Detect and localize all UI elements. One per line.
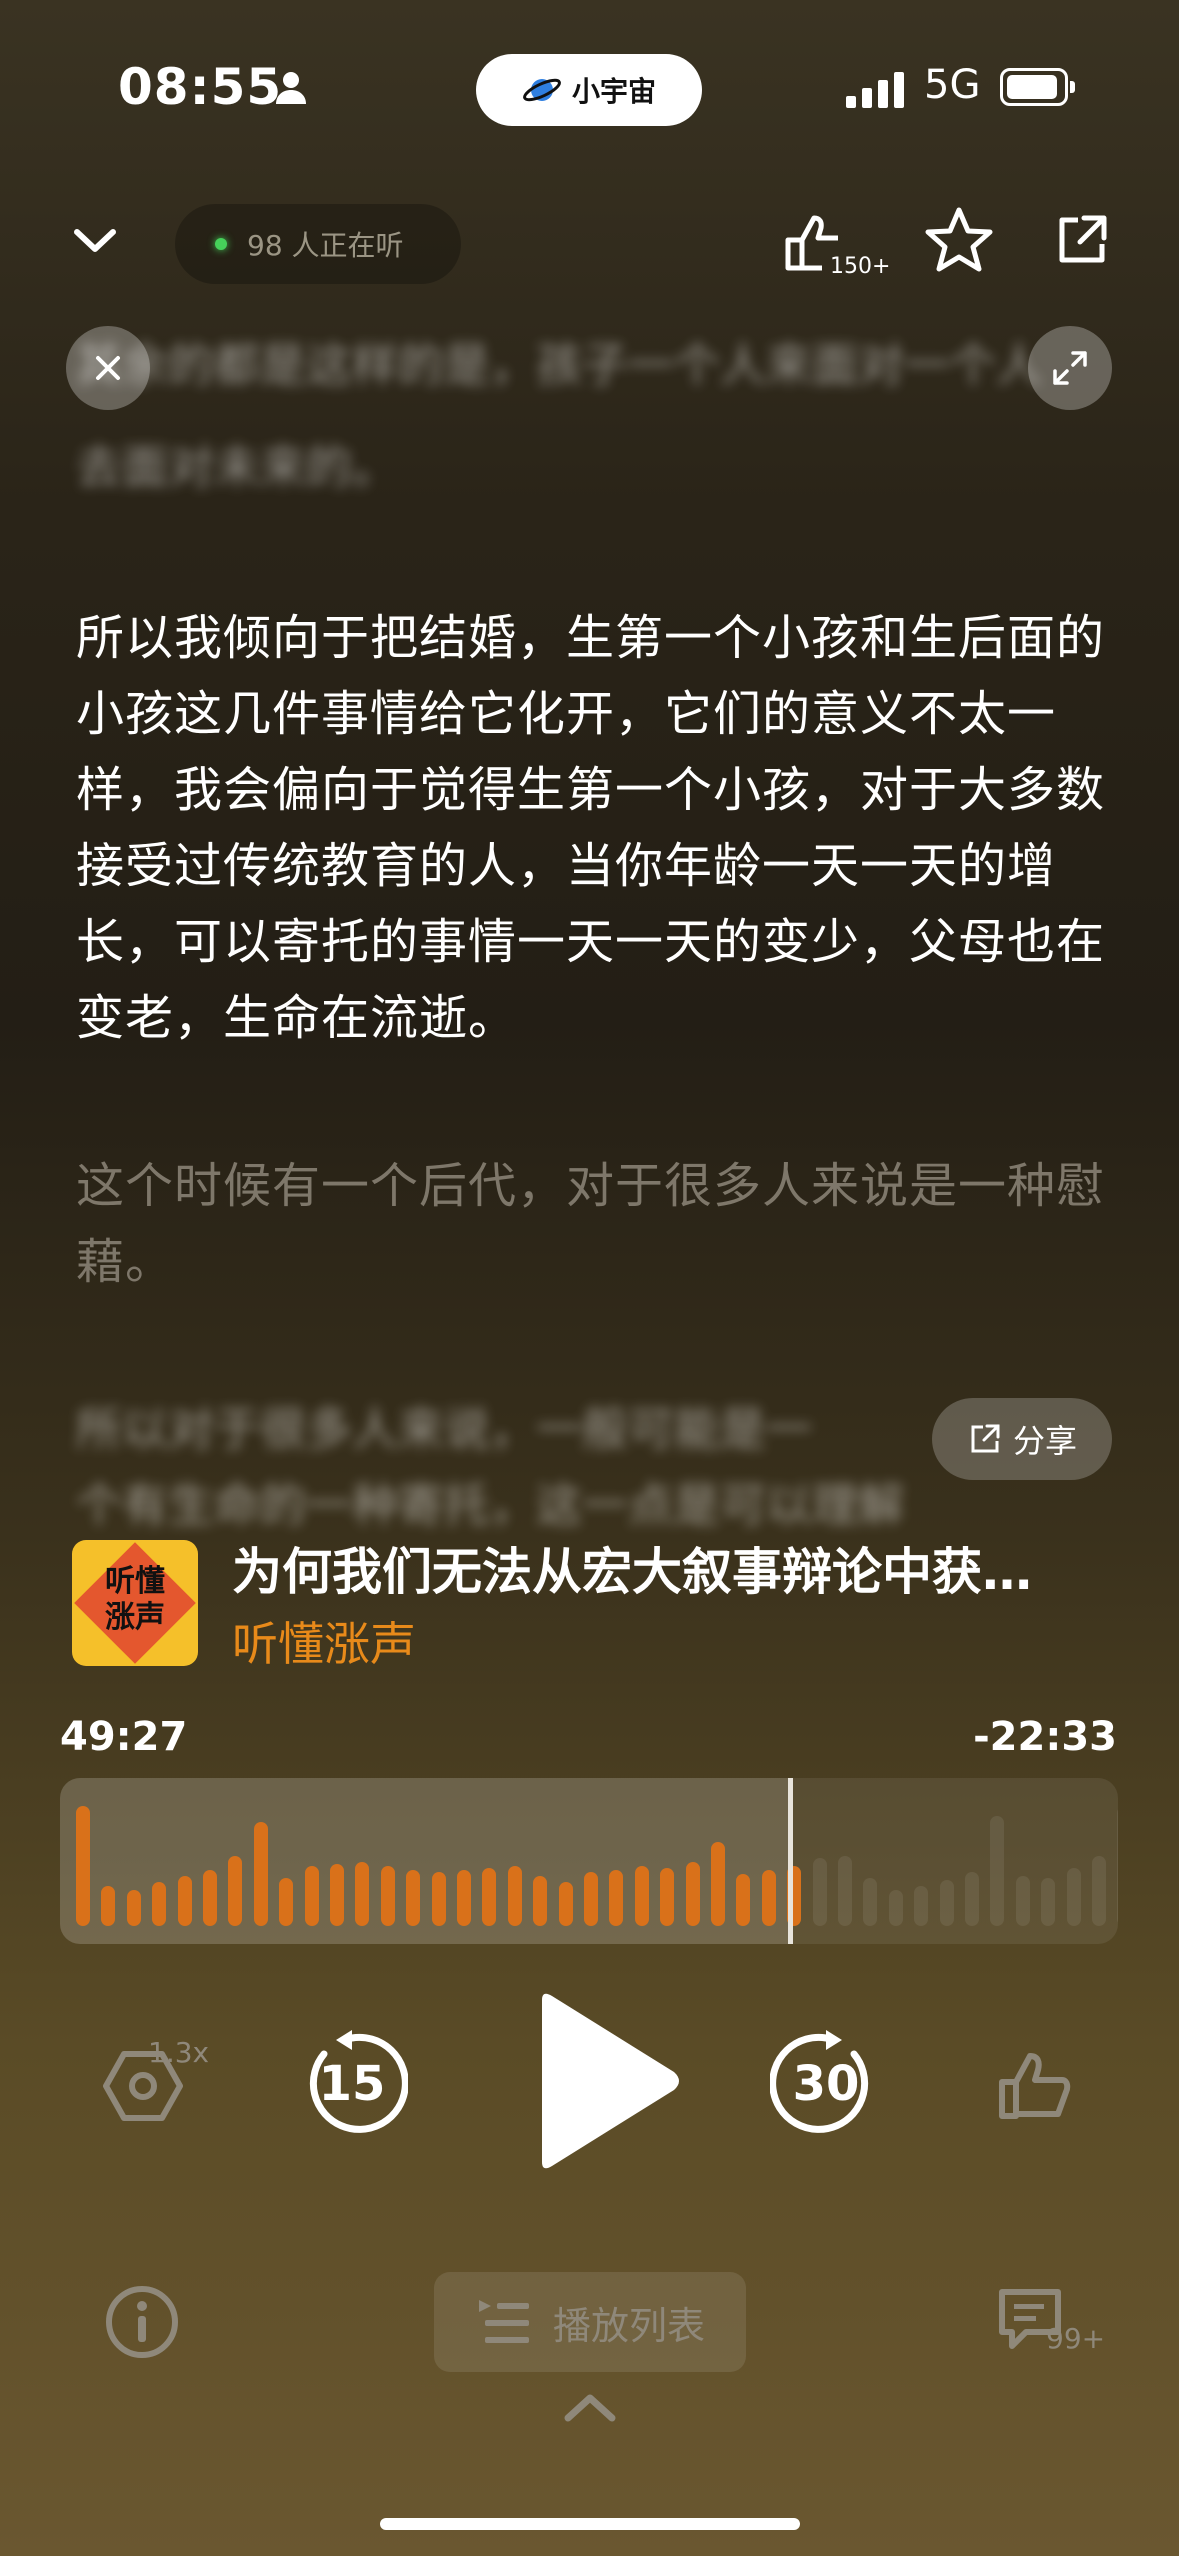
waveform-bar [863,1878,878,1926]
expand-icon [1053,351,1087,385]
waveform-bar [304,1866,319,1926]
transcript-current: 所以我倾向于把结婚，生第一个小孩和生后面的小孩这几件事情给它化开，它们的意义不太… [76,610,1106,1046]
waveform-bar [939,1880,954,1926]
podcast-name[interactable]: 听懂涨声 [232,1608,416,1674]
info-icon[interactable] [104,2284,180,2360]
waveform-bar [609,1870,624,1926]
network-label: 5G [924,62,981,108]
waveform-bar [634,1866,649,1926]
playlist-button[interactable]: 播放列表 [434,2272,746,2372]
waveform-bar [203,1870,217,1926]
chevron-down-icon[interactable] [72,226,118,256]
waveform-bar [914,1886,929,1926]
status-time: 08:55 [118,58,283,116]
share-out-icon[interactable] [1054,212,1110,268]
episode-title[interactable]: 为何我们无法从宏大叙事辩论中获… [232,1532,1102,1604]
waveform-bar [457,1870,471,1926]
waveform-bar [101,1886,116,1926]
waveform-bar [482,1868,497,1926]
waveform-bar [253,1822,268,1926]
waveform-bar [990,1816,1005,1926]
waveform-bar [838,1856,852,1926]
waveform-bar [584,1872,598,1926]
thumbs-up-icon[interactable] [996,2050,1072,2122]
waveform-bar [507,1866,522,1926]
transcript-blurred-line: 去面对未来的。 [76,440,398,494]
waveform-bar [126,1890,141,1926]
waveform-bar [965,1872,979,1926]
forward-button[interactable]: 30 [770,2028,882,2140]
transcript-blurred-line: 个有生命的一种寄托，这一点是可以理解 [76,1478,904,1532]
rewind-seconds: 15 [318,2056,386,2112]
listeners-count: 98 人正在听 [247,229,404,262]
waveform-bar [76,1806,90,1926]
waveform-bar [228,1856,243,1926]
waveform-bar [1015,1876,1030,1926]
listeners-badge: 98 人正在听 [175,204,461,284]
elapsed-time: 49:27 [60,1714,188,1760]
share-icon [971,1424,1000,1453]
share-label: 分享 [1012,1422,1077,1460]
transcript-next: 这个时候有一个后代，对于很多人来说是一种慰藉。 [76,1158,1106,1290]
waveform-bar [711,1842,725,1926]
person-icon [276,72,306,104]
live-dot [215,238,227,250]
remaining-time: -22:33 [973,1714,1117,1760]
waveform-bar [533,1876,548,1926]
planet-icon [523,78,561,102]
app-pill-label: 小宇宙 [571,75,656,108]
comment-count: 99+ [1046,2322,1106,2355]
waveform-bar [685,1862,700,1926]
waveform-bar [355,1862,370,1926]
waveform-bar [177,1876,192,1926]
waveform-bar [1041,1878,1056,1926]
expand-button[interactable] [1028,326,1112,410]
waveform-bar [660,1868,675,1926]
forward-seconds: 30 [792,2056,860,2112]
cover-text: 听懂 涨声 [105,1564,165,1635]
playlist-label: 播放列表 [552,2303,705,2348]
waveform-bar [736,1874,751,1926]
like-count: 150+ [830,254,891,279]
waveform-bar [1066,1868,1081,1926]
waveform-bar [761,1870,776,1926]
close-button[interactable] [66,326,150,410]
waveform-bar [380,1866,395,1926]
waveform-bar [406,1870,421,1926]
waveform-bar [558,1882,573,1926]
waveform-played [60,1778,790,1944]
playlist-icon [478,2300,529,2343]
transcript-blurred-line: 所以对于很多人来说，一般可能是一 [76,1402,812,1456]
podcast-cover[interactable]: 听懂 涨声 [72,1540,198,1666]
waveform-bar [1117,1806,1118,1926]
app-pill[interactable]: 小宇宙 [476,54,702,126]
playhead[interactable] [788,1778,793,1944]
waveform-scrubber[interactable] [60,1778,1118,1944]
battery-icon [1000,68,1075,106]
waveform-bar [1092,1856,1106,1926]
rewind-button[interactable]: 15 [296,2028,408,2140]
home-indicator [380,2518,800,2530]
star-icon[interactable] [924,206,994,272]
play-icon[interactable] [528,1990,684,2172]
waveform-bar [888,1890,903,1926]
close-icon [96,356,120,380]
share-button[interactable]: 分享 [932,1398,1112,1480]
chevron-up-icon[interactable] [560,2390,620,2426]
waveform-bar [152,1882,167,1926]
waveform-bar [279,1878,294,1926]
waveform-bar [431,1872,446,1926]
comments-button[interactable]: 99+ [996,2284,1106,2364]
playback-rate: 1.3x [148,2036,210,2069]
waveform-bar [812,1858,827,1926]
transcript-blurred-line: 其余的都是这样的是，孩子一个人来面对一个人 [76,338,1042,392]
waveform-bar [330,1864,344,1926]
signal-icon [846,68,904,108]
